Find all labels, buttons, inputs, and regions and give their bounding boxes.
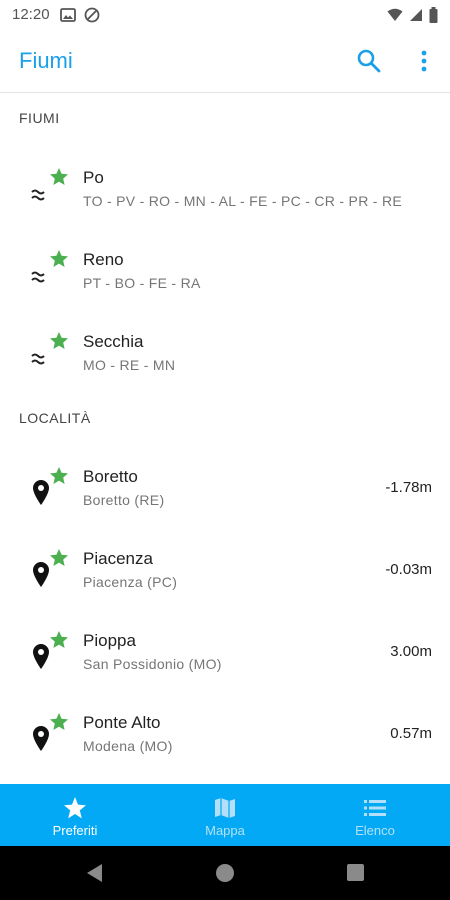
nav-item-list[interactable]: Elenco	[300, 784, 450, 846]
status-time: 12:20	[12, 6, 50, 23]
river-name: Po	[83, 168, 104, 187]
home-icon[interactable]	[215, 862, 235, 884]
app-title: Fiumi	[19, 48, 73, 73]
list-icon	[364, 800, 386, 816]
gallery-icon	[60, 8, 76, 22]
water-level: -0.03m	[385, 561, 432, 578]
location-row-piacenza[interactable]: Piacenza Piacenza (PC) -0.03m	[0, 541, 450, 619]
river-provinces: TO - PV - RO - MN - AL - FE - PC - CR - …	[83, 193, 402, 209]
search-button[interactable]	[355, 47, 383, 75]
location-name: Piacenza	[83, 549, 153, 568]
location-place: Piacenza (PC)	[83, 574, 178, 590]
river-row-reno[interactable]: Reno PT - BO - FE - RA	[0, 242, 450, 320]
nav-label-map: Mappa	[205, 823, 245, 838]
water-level: 3.00m	[390, 643, 432, 660]
system-navigation-bar	[0, 846, 450, 900]
location-name: Ponte Alto	[83, 713, 161, 732]
river-row-secchia[interactable]: Secchia MO - RE - MN	[0, 324, 450, 402]
app-bar: Fiumi	[0, 30, 450, 93]
map-icon	[215, 798, 235, 818]
nav-item-favorites[interactable]: Preferiti	[0, 784, 150, 846]
section-header-rivers: FIUMI	[19, 110, 60, 126]
location-place: Modena (MO)	[83, 738, 173, 754]
location-place: Boretto (RE)	[83, 492, 165, 508]
location-row-ponte-alto[interactable]: Ponte Alto Modena (MO) 0.57m	[0, 705, 450, 783]
star-icon	[64, 797, 86, 819]
do-not-disturb-icon	[84, 7, 100, 23]
location-favorite-icon	[33, 549, 68, 587]
back-icon[interactable]	[85, 862, 105, 884]
status-bar: 12:20	[0, 0, 450, 30]
location-favorite-icon	[33, 631, 68, 669]
wifi-icon	[387, 8, 403, 21]
location-name: Pioppa	[83, 631, 136, 650]
river-name: Reno	[83, 250, 124, 269]
river-favorite-icon	[31, 168, 68, 201]
recents-icon[interactable]	[346, 862, 366, 884]
river-provinces: PT - BO - FE - RA	[83, 275, 201, 291]
river-name: Secchia	[83, 332, 144, 351]
bottom-navigation: Preferiti Mappa Elenco	[0, 784, 450, 846]
location-row-boretto[interactable]: Boretto Boretto (RE) -1.78m	[0, 459, 450, 537]
more-options-button[interactable]	[412, 47, 436, 75]
water-level: -1.78m	[385, 479, 432, 496]
river-favorite-icon	[31, 332, 68, 365]
nav-label-favorites: Preferiti	[52, 823, 98, 838]
section-header-locations: LOCALITÀ	[19, 410, 91, 426]
battery-icon	[429, 7, 438, 23]
nav-label-list: Elenco	[355, 823, 395, 838]
location-row-pioppa[interactable]: Pioppa San Possidonio (MO) 3.00m	[0, 623, 450, 701]
river-provinces: MO - RE - MN	[83, 357, 176, 373]
water-level: 0.57m	[390, 725, 432, 742]
more-vert-icon	[421, 50, 427, 72]
river-favorite-icon	[31, 250, 68, 283]
location-favorite-icon	[33, 467, 68, 505]
location-name: Boretto	[83, 467, 138, 486]
location-place: San Possidonio (MO)	[83, 656, 222, 672]
location-favorite-icon	[33, 713, 68, 751]
river-row-po[interactable]: Po TO - PV - RO - MN - AL - FE - PC - CR…	[0, 160, 450, 238]
nav-item-map[interactable]: Mappa	[150, 784, 300, 846]
signal-icon	[410, 9, 422, 21]
search-icon	[357, 49, 381, 73]
